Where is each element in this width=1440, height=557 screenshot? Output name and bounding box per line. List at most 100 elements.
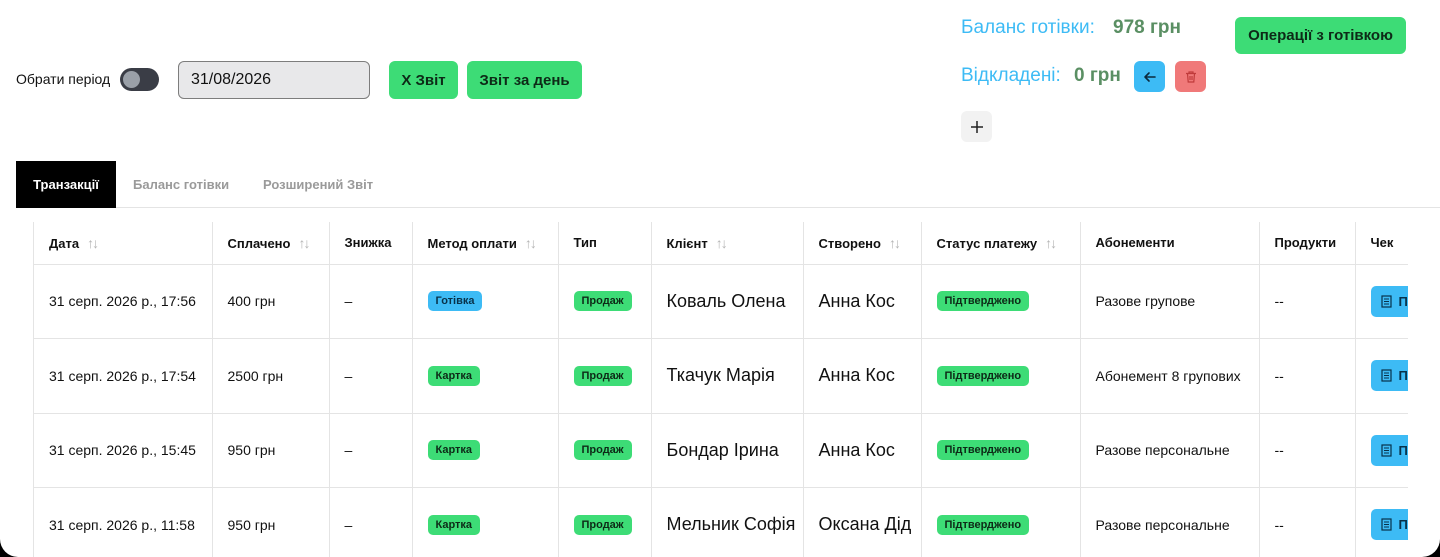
cell-type: Продаж — [558, 338, 652, 414]
cell-discount: – — [329, 413, 413, 488]
cell-date: 31 серп. 2026 р., 17:56 — [34, 264, 213, 339]
method-badge: Картка — [427, 365, 481, 386]
back-button[interactable] — [1134, 61, 1165, 92]
table-row[interactable]: 31 серп. 2026 р., 11:58 950 грн – Картка… — [34, 487, 1408, 557]
cheque-button[interactable]: П — [1370, 509, 1408, 541]
toggle-knob — [123, 71, 140, 88]
trash-icon — [1185, 70, 1196, 83]
header-paid[interactable]: Сплачено ↑↓ — [212, 222, 330, 265]
table-header-row: Дата ↑↓ Сплачено ↑↓ Знижка Метод оплати ↑↓ … — [34, 222, 1408, 265]
cell-client: Коваль Олена — [651, 264, 804, 339]
cell-created: Анна Кос — [803, 413, 922, 488]
table-row[interactable]: 31 серп. 2026 р., 15:45 950 грн – Картка… — [34, 413, 1408, 488]
add-button[interactable] — [961, 111, 992, 142]
cash-balance-label: Баланс готівки: — [961, 17, 1095, 38]
date-input[interactable] — [178, 61, 370, 99]
header-label: Чек — [1370, 235, 1394, 251]
header-date[interactable]: Дата ↑↓ — [34, 222, 213, 265]
cheque-label: П — [1398, 442, 1408, 458]
cell-status: Підтверджено — [921, 413, 1081, 488]
receipt-icon — [1380, 444, 1392, 457]
type-badge: Продаж — [573, 291, 632, 312]
cell-discount: – — [329, 264, 413, 339]
header-label: Статус платежу — [936, 235, 1038, 251]
cell-status: Підтверджено — [921, 487, 1081, 557]
day-report-button[interactable]: Звіт за день — [467, 61, 582, 99]
sort-icon[interactable]: ↑↓ — [525, 235, 537, 251]
cell-cheque: П — [1355, 413, 1408, 488]
cell-paid: 2500 грн — [212, 338, 330, 414]
cell-paid: 950 грн — [212, 487, 330, 557]
cell-discount: – — [329, 487, 413, 557]
cell-method: Готівка — [412, 264, 559, 339]
cell-subscription: Разове персональне — [1080, 413, 1260, 488]
deferred-label: Відкладені: — [961, 65, 1061, 86]
header-products: Продукти — [1259, 222, 1356, 265]
cell-client: Мельник Софія — [651, 487, 804, 557]
cell-discount: – — [329, 338, 413, 414]
type-badge: Продаж — [573, 514, 632, 535]
cheque-button[interactable]: П — [1370, 434, 1408, 466]
sort-icon[interactable]: ↑↓ — [1045, 235, 1057, 251]
header-label: Продукти — [1274, 235, 1337, 251]
header-created[interactable]: Створено ↑↓ — [803, 222, 922, 265]
cell-cheque: П — [1355, 264, 1408, 339]
cell-status: Підтверджено — [921, 264, 1081, 339]
table-row[interactable]: 31 серп. 2026 р., 17:54 2500 грн – Картк… — [34, 338, 1408, 414]
cheque-button[interactable]: П — [1370, 285, 1408, 317]
cell-method: Картка — [412, 338, 559, 414]
cell-cheque: П — [1355, 338, 1408, 414]
sort-icon[interactable]: ↑↓ — [298, 235, 310, 251]
cell-method: Картка — [412, 413, 559, 488]
header-label: Метод оплати — [427, 235, 517, 251]
cell-products: -- — [1259, 413, 1356, 488]
header-discount: Знижка — [329, 222, 413, 265]
plus-icon — [970, 120, 983, 133]
cell-type: Продаж — [558, 264, 652, 339]
header-label: Створено — [818, 235, 881, 251]
app-frame: Обрати період X Звіт Звіт за день Баланс… — [0, 0, 1440, 557]
receipt-icon — [1380, 369, 1392, 382]
cell-paid: 950 грн — [212, 413, 330, 488]
cheque-button[interactable]: П — [1370, 360, 1408, 392]
type-badge: Продаж — [573, 440, 632, 461]
cell-subscription: Разове персональне — [1080, 487, 1260, 557]
cell-client: Бондар Ірина — [651, 413, 804, 488]
tab-bar: Транзакції Баланс готівки Розширений Зві… — [16, 161, 1440, 208]
sort-icon[interactable]: ↑↓ — [87, 235, 99, 251]
table-row[interactable]: 31 серп. 2026 р., 17:56 400 грн – Готівк… — [34, 264, 1408, 339]
tab-cash-balance[interactable]: Баланс готівки — [133, 161, 229, 208]
cell-created: Анна Кос — [803, 264, 922, 339]
cell-client: Ткачук Марія — [651, 338, 804, 414]
sort-icon[interactable]: ↑↓ — [716, 235, 728, 251]
period-toggle[interactable] — [120, 68, 159, 91]
header-client[interactable]: Клієнт ↑↓ — [651, 222, 804, 265]
header-status[interactable]: Статус платежу ↑↓ — [921, 222, 1081, 265]
arrow-left-icon — [1143, 71, 1156, 82]
cell-status: Підтверджено — [921, 338, 1081, 414]
cell-subscription: Абонемент 8 групових — [1080, 338, 1260, 414]
receipt-icon — [1380, 295, 1392, 308]
header-label: Клієнт — [666, 235, 708, 251]
delete-button[interactable] — [1175, 61, 1206, 92]
sort-icon[interactable]: ↑↓ — [889, 235, 901, 251]
header-method[interactable]: Метод оплати ↑↓ — [412, 222, 559, 265]
tab-transactions[interactable]: Транзакції — [16, 161, 116, 208]
x-report-button[interactable]: X Звіт — [389, 61, 458, 99]
status-badge: Підтверджено — [936, 365, 1030, 386]
header-type: Тип — [558, 222, 652, 265]
cell-created: Анна Кос — [803, 338, 922, 414]
cell-method: Картка — [412, 487, 559, 557]
header-cheque: Чек — [1355, 222, 1408, 265]
cash-balance-value: 978 грн — [1113, 17, 1181, 38]
cheque-label: П — [1398, 517, 1408, 533]
tab-extended-report[interactable]: Розширений Звіт — [263, 161, 373, 208]
status-badge: Підтверджено — [936, 440, 1030, 461]
header-label: Знижка — [344, 235, 392, 251]
method-badge: Готівка — [427, 291, 483, 312]
cheque-label: П — [1398, 368, 1408, 384]
type-badge: Продаж — [573, 365, 632, 386]
header-label: Сплачено — [227, 235, 291, 251]
cash-operations-button[interactable]: Операції з готівкою — [1235, 17, 1406, 54]
cell-date: 31 серп. 2026 р., 11:58 — [34, 487, 213, 557]
